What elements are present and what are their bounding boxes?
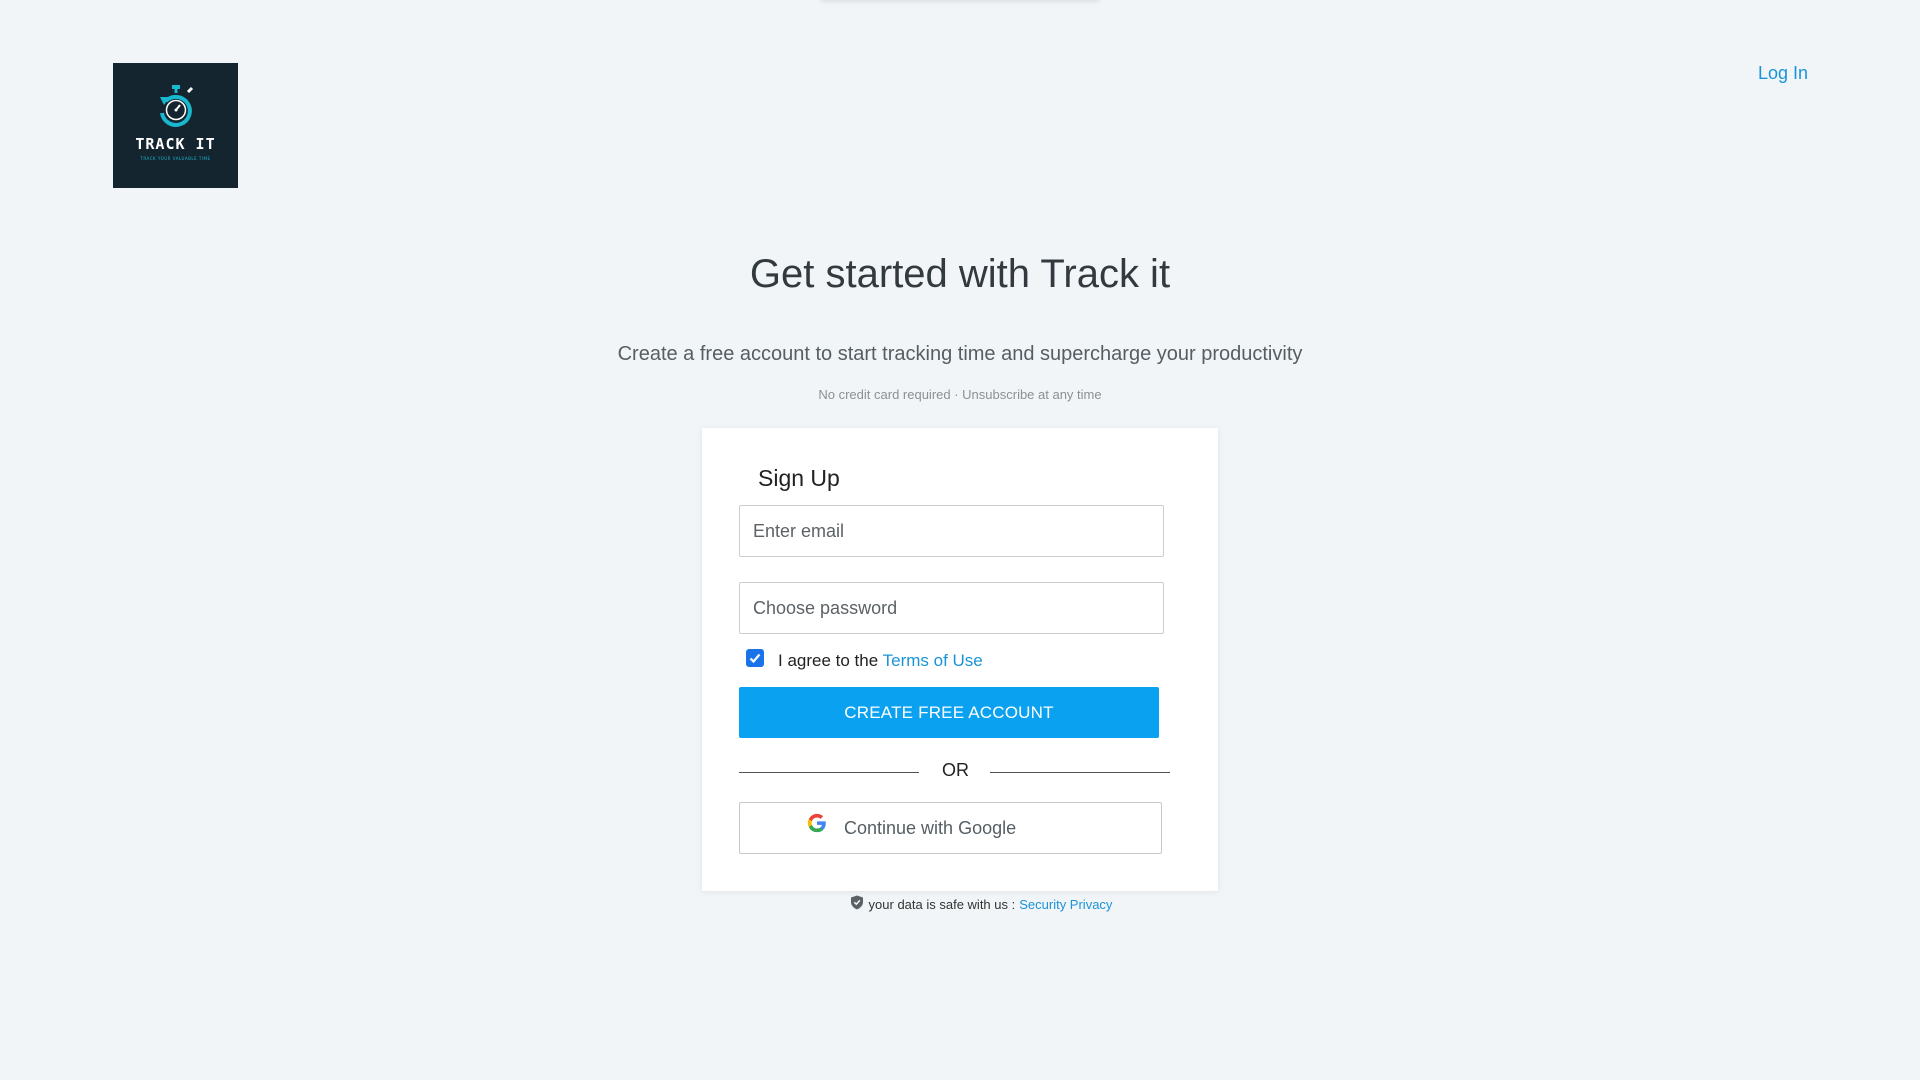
signup-title: Sign Up: [758, 465, 840, 491]
divider-line-right: [990, 772, 1170, 773]
logo-tagline: TRACK YOUR VALUABLE TIME: [140, 156, 211, 161]
security-note: your data is safe with us : Security Pri…: [0, 895, 1920, 915]
login-link[interactable]: Log In: [1758, 63, 1808, 84]
agree-label: I agree to the Terms of Use: [778, 651, 983, 671]
agree-prefix: I agree to the: [778, 651, 879, 670]
or-divider: OR: [739, 758, 1170, 782]
divider-line-left: [739, 772, 919, 773]
page-title: Get started with Track it: [749, 252, 1171, 296]
continue-with-google-button[interactable]: Continue with Google: [739, 802, 1162, 854]
security-privacy-link[interactable]: Security Privacy: [1019, 897, 1112, 912]
google-button-label: Continue with Google: [844, 818, 1017, 838]
stopwatch-icon: [159, 85, 193, 127]
logo-title: TRACK IT: [135, 135, 216, 153]
shield-icon: [850, 895, 863, 910]
email-field[interactable]: [739, 505, 1164, 557]
create-account-button[interactable]: CREATE FREE ACCOUNT: [739, 687, 1159, 738]
terms-of-use-link[interactable]: Terms of Use: [883, 651, 983, 670]
or-label: OR: [942, 760, 969, 780]
google-icon: [807, 813, 826, 833]
agree-row: I agree to the Terms of Use: [746, 648, 983, 671]
checkmark-icon: [749, 653, 761, 664]
page: TRACK IT TRACK YOUR VALUABLE TIME Log In…: [0, 0, 1920, 1080]
page-subtitle: Create a free account to start tracking …: [617, 343, 1303, 365]
password-field[interactable]: [739, 582, 1164, 634]
security-note-inner: your data is safe with us : Security Pri…: [850, 895, 1112, 912]
logo[interactable]: TRACK IT TRACK YOUR VALUABLE TIME: [113, 63, 238, 188]
signup-card: Sign Up I agree to the Terms of Use CREA…: [702, 428, 1218, 891]
security-text: your data is safe with us :: [868, 897, 1016, 912]
terms-checkbox[interactable]: [746, 649, 764, 667]
no-credit-card-note: No credit card required · Unsubscribe at…: [818, 387, 1102, 402]
